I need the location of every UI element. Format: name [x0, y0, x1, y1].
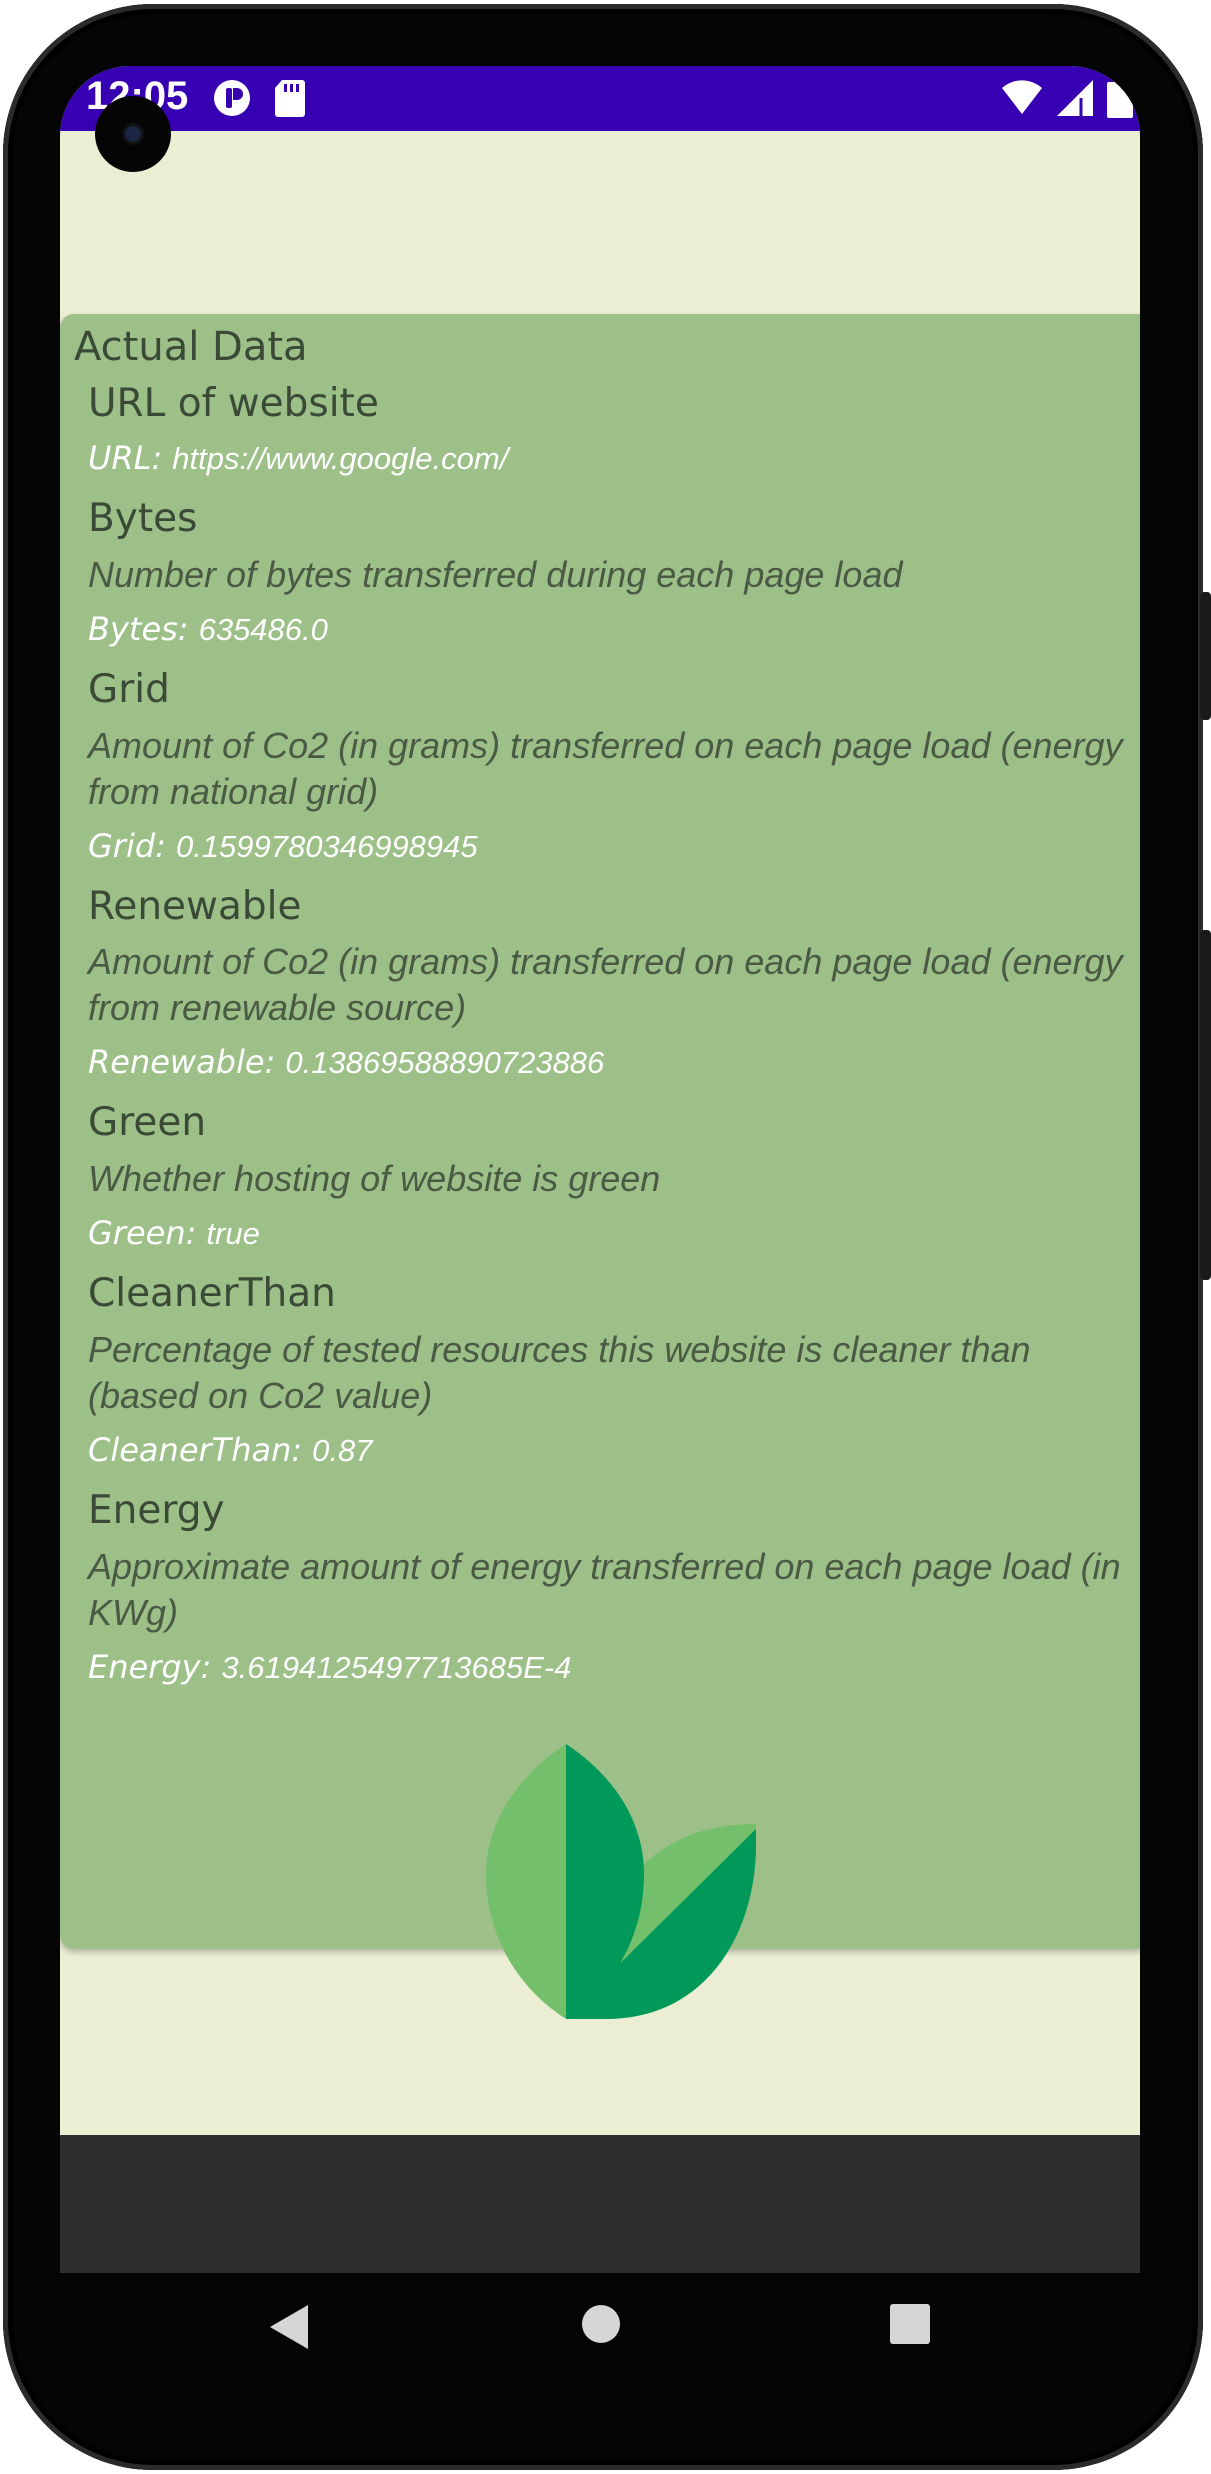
section-grid: Grid Amount of Co2 (in grams) transferre… — [88, 666, 1140, 873]
home-circle-icon[interactable] — [580, 2303, 622, 2349]
section-value: Bytes: 635486.0 — [88, 608, 1140, 656]
section-renewable: Renewable Amount of Co2 (in grams) trans… — [88, 883, 1140, 1090]
section-cleanerthan: CleanerThan Percentage of tested resourc… — [88, 1271, 1140, 1477]
actual-data-card: Actual Data URL of website URL: https://w… — [60, 314, 1140, 2019]
front-camera — [95, 96, 171, 172]
section-description: Percentage of tested resources this webs… — [88, 1329, 1031, 1417]
section-heading: CleanerThan — [88, 1271, 336, 1317]
navigation-bar — [60, 2273, 1140, 2403]
card-body: URL of website URL: https://www.google.co… — [88, 381, 1140, 1706]
section-value: Green: true — [88, 1212, 1140, 1260]
back-triangle-icon[interactable] — [266, 2303, 310, 2355]
power-button — [1200, 592, 1211, 720]
section-description: Whether hosting of website is green — [88, 1158, 661, 1200]
value-text: 3.6194125497713685E-4 — [221, 1649, 572, 1685]
section-heading: Energy — [88, 1488, 225, 1534]
screen: 12:05 Actual Data URL of website URL:htt… — [60, 66, 1140, 2271]
value-label: Grid: — [88, 826, 166, 865]
info-circle-icon — [212, 78, 252, 122]
section-heading: Green — [88, 1100, 207, 1146]
value-label: Energy: — [88, 1647, 212, 1686]
section-heading: Renewable — [88, 883, 302, 929]
value-label: Green: — [88, 1214, 197, 1253]
card-title: Actual Data — [74, 324, 308, 370]
value-label: Bytes: — [88, 609, 189, 648]
value-text: true — [206, 1216, 260, 1252]
volume-button — [1200, 930, 1211, 1280]
wifi-icon — [1000, 78, 1044, 122]
section-description: Number of bytes transferred during each … — [88, 553, 903, 595]
signal-icon — [1055, 78, 1095, 122]
value-text: 0.13869588890723886 — [285, 1045, 605, 1081]
section-heading: Grid — [88, 666, 170, 712]
section-heading: URL of website — [88, 381, 379, 426]
section-url: URL of website URL: https://www.google.co… — [88, 381, 1140, 485]
section-value: Grid: 0.1599780346998945 — [88, 825, 1140, 873]
value-label: CleanerThan: — [88, 1431, 303, 1470]
section-green: Green Whether hosting of website is gree… — [88, 1101, 1140, 1260]
value-text: 0.87 — [312, 1433, 373, 1469]
battery-icon — [1105, 78, 1135, 122]
bottom-panel — [60, 2135, 1140, 2273]
value-text: https://www.google.com/ — [172, 440, 509, 476]
section-description: Amount of Co2 (in grams) transferred on … — [88, 724, 1123, 812]
section-value: Renewable: 0.13869588890723886 — [88, 1041, 1140, 1089]
value-label: Renewable: — [88, 1043, 276, 1082]
value-label: URL: — [88, 438, 163, 477]
value-text: 635486.0 — [198, 611, 328, 647]
section-energy: Energy Approximate amount of energy tran… — [88, 1488, 1140, 1694]
recents-square-icon[interactable] — [889, 2303, 931, 2349]
section-description: Amount of Co2 (in grams) transferred on … — [88, 941, 1123, 1029]
section-value: Energy: 3.6194125497713685E-4 — [88, 1646, 1140, 1694]
section-bytes: Bytes Number of bytes transferred during… — [88, 495, 1140, 656]
section-value: URL: https://www.google.com/ — [88, 437, 1140, 485]
status-bar: 12:05 — [60, 66, 1140, 131]
section-description: Approximate amount of energy transferred… — [88, 1545, 1121, 1633]
sd-card-icon — [274, 78, 306, 122]
section-heading: Bytes — [88, 495, 198, 541]
section-value: CleanerThan: 0.87 — [88, 1429, 1140, 1477]
leaf-icon — [486, 1744, 776, 2028]
value-text: 0.1599780346998945 — [175, 828, 478, 864]
